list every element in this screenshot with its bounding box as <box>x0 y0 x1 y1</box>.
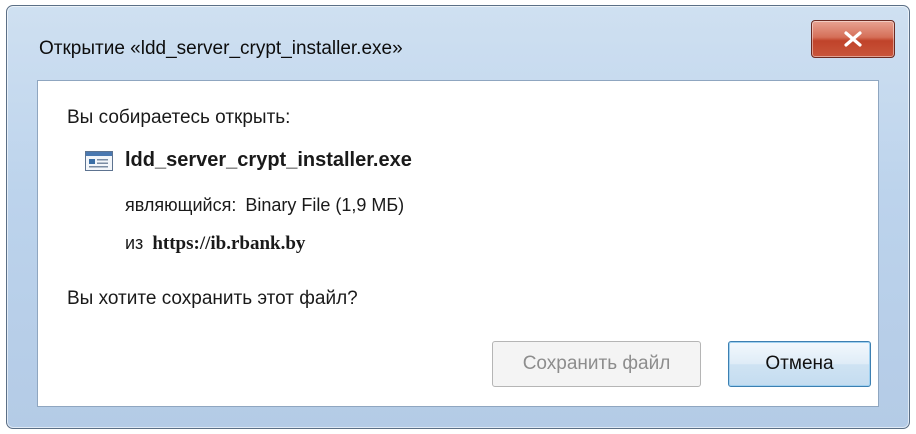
file-source-row: из https://ib.rbank.by <box>125 233 305 255</box>
dialog-content: Вы собираетесь открыть: ldd_server_crypt… <box>37 80 879 407</box>
file-window-icon <box>85 151 113 171</box>
file-type-row: являющийся: Binary File (1,9 МБ) <box>125 195 404 216</box>
close-button[interactable] <box>811 20 895 58</box>
file-type-label: являющийся: <box>125 195 237 215</box>
cancel-button[interactable]: Отмена <box>728 341 871 387</box>
file-name: ldd_server_crypt_installer.exe <box>125 149 412 171</box>
save-file-button[interactable]: Сохранить файл <box>492 341 701 387</box>
title-bar[interactable]: Открытие «ldd_server_crypt_installer.exe… <box>7 6 909 80</box>
dialog-window: Открытие «ldd_server_crypt_installer.exe… <box>6 5 910 429</box>
save-question: Вы хотите сохранить этот файл? <box>67 288 358 309</box>
file-source-label: из <box>125 233 144 253</box>
close-icon <box>844 31 862 47</box>
window-title: Открытие «ldd_server_crypt_installer.exe… <box>39 38 403 59</box>
file-source-url: https://ib.rbank.by <box>152 233 306 254</box>
open-prompt: Вы собираетесь открыть: <box>67 107 291 128</box>
file-type-value: Binary File (1,9 МБ) <box>245 195 405 215</box>
